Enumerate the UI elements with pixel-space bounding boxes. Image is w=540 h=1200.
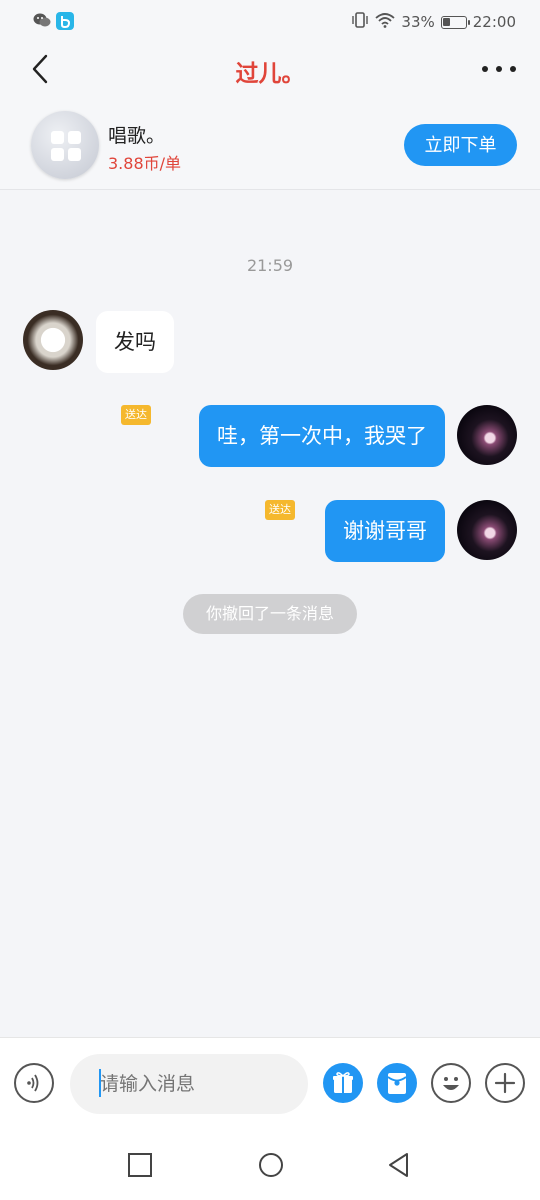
wechat-icon <box>33 12 51 32</box>
chat-area[interactable]: 21:59 发吗 送达 哇，第一次中，我哭了 送达 谢谢哥哥 你撤回了一条消息 <box>0 191 540 1037</box>
home-button[interactable] <box>257 1151 285 1179</box>
service-name: 唱歌。 <box>108 125 166 147</box>
status-right: 33% 22:00 <box>351 12 516 32</box>
message-bubble-incoming[interactable]: 发吗 <box>96 311 174 373</box>
triangle-back-icon <box>389 1153 408 1177</box>
message-bubble-outgoing[interactable]: 谢谢哥哥 <box>325 500 445 562</box>
circle-icon <box>259 1153 283 1177</box>
message-input[interactable] <box>70 1054 308 1114</box>
service-card: 唱歌。 3.88币/单 立即下单 <box>0 106 540 186</box>
battery-icon <box>440 15 470 29</box>
service-price: 3.88币/单 <box>108 154 182 173</box>
voice-button[interactable] <box>14 1063 54 1103</box>
emoji-button[interactable] <box>431 1063 471 1103</box>
clock: 22:00 <box>472 13 516 31</box>
gift-icon <box>333 1072 353 1093</box>
status-bar: 33% 22:00 <box>0 0 540 44</box>
message-bubble-outgoing[interactable]: 哇，第一次中，我哭了 <box>199 405 445 467</box>
input-bar <box>0 1037 540 1127</box>
app-icon <box>56 12 74 34</box>
message-timestamp: 21:59 <box>246 256 294 275</box>
plus-button[interactable] <box>485 1063 525 1103</box>
sender-avatar[interactable] <box>23 310 83 370</box>
red-packet-button[interactable] <box>377 1063 417 1103</box>
red-packet-icon <box>387 1073 407 1094</box>
service-avatar[interactable] <box>31 111 99 179</box>
chat-screen: 33% 22:00 过儿。 唱歌。 3.88币/单 立即下单 21:59 发吗 … <box>0 0 540 1200</box>
top-area: 33% 22:00 过儿。 唱歌。 3.88币/单 立即下单 <box>0 0 540 190</box>
emoji-icon <box>443 1077 459 1090</box>
more-dots-icon <box>496 66 502 72</box>
back-nav-button[interactable] <box>386 1151 412 1179</box>
wifi-icon <box>375 12 396 32</box>
plus-icon <box>494 1072 516 1094</box>
more-dots-icon <box>482 66 488 72</box>
more-dots-icon <box>510 66 516 72</box>
square-icon <box>128 1153 152 1177</box>
battery-percent: 33% <box>401 13 435 31</box>
my-avatar[interactable] <box>457 405 517 465</box>
system-nav-bar <box>0 1127 540 1200</box>
page-title: 过儿。 <box>235 61 305 87</box>
vibrate-icon <box>351 12 369 32</box>
recents-button[interactable] <box>127 1152 153 1178</box>
voice-icon <box>27 1074 39 1092</box>
delivered-tag: 送达 <box>121 405 151 425</box>
my-avatar[interactable] <box>457 500 517 560</box>
more-button[interactable] <box>482 54 516 84</box>
gift-button[interactable] <box>323 1063 363 1103</box>
apps-grid-icon <box>51 131 81 161</box>
order-now-button[interactable]: 立即下单 <box>404 124 517 166</box>
delivered-tag: 送达 <box>265 500 295 520</box>
text-caret <box>99 1069 101 1097</box>
header: 过儿。 <box>0 44 540 94</box>
recall-notice: 你撤回了一条消息 <box>183 594 357 634</box>
battery-fill <box>442 17 450 26</box>
